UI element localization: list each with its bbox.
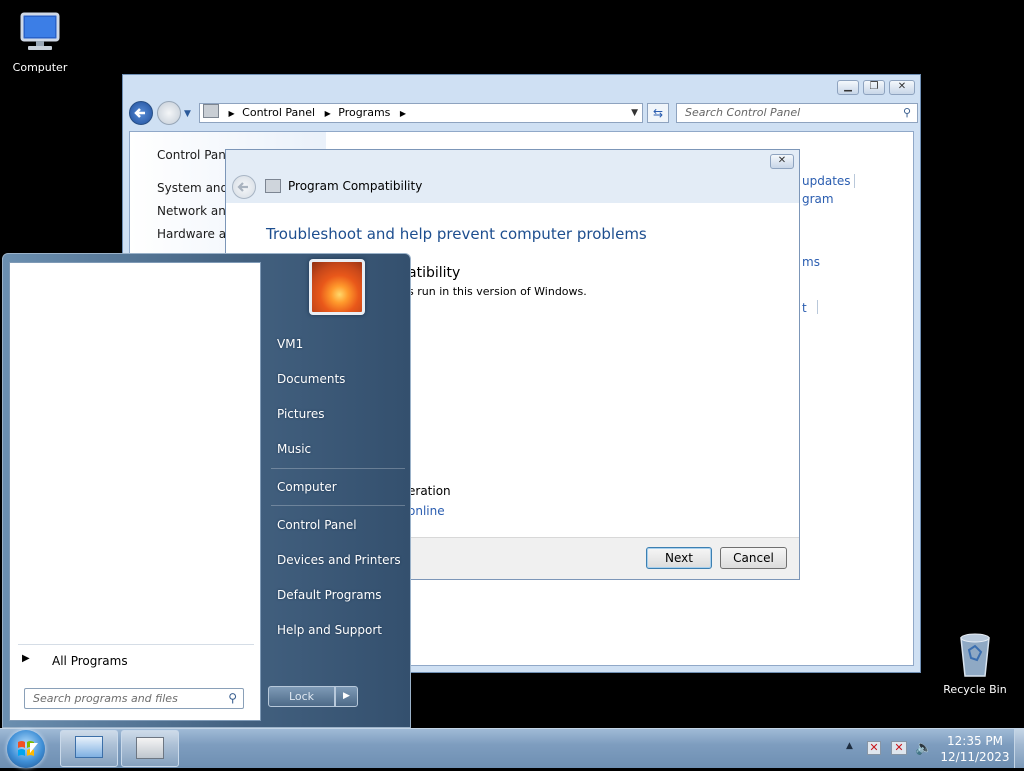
taskbar-troubleshooter-button[interactable] bbox=[121, 730, 179, 767]
all-programs-divider bbox=[18, 644, 254, 645]
back-arrow-icon bbox=[237, 182, 248, 192]
taskbar-control-panel-button[interactable] bbox=[60, 730, 118, 767]
start-item-documents[interactable]: Documents bbox=[277, 372, 345, 386]
all-programs-label: All Programs bbox=[52, 654, 128, 668]
computer-icon bbox=[20, 12, 60, 50]
dialog-close-button[interactable]: ✕ bbox=[770, 154, 794, 169]
clock[interactable]: 12:35 PM 12/11/2023 bbox=[937, 733, 1013, 765]
fragment-text: eration bbox=[408, 484, 451, 498]
network-icon[interactable]: ✕ bbox=[891, 741, 907, 755]
clock-date: 12/11/2023 bbox=[940, 750, 1010, 764]
volume-icon[interactable]: 🔈 bbox=[915, 740, 932, 756]
search-icon[interactable]: ⚲ bbox=[903, 104, 911, 122]
link-divider bbox=[854, 174, 855, 188]
minimize-button[interactable]: ▁ bbox=[837, 80, 859, 95]
desktop-icon-recycle-bin[interactable]: Recycle Bin bbox=[935, 630, 1015, 696]
arrow-right-icon: ▶ bbox=[22, 653, 30, 664]
search-placeholder: Search Control Panel bbox=[685, 106, 801, 119]
show-desktop-button[interactable] bbox=[1014, 729, 1024, 768]
nav-network[interactable]: Network and bbox=[157, 204, 234, 218]
address-dropdown-icon[interactable]: ▼ bbox=[631, 104, 638, 122]
recent-pages-dropdown[interactable]: ▼ bbox=[184, 109, 191, 119]
clock-time: 12:35 PM bbox=[947, 734, 1003, 748]
next-button[interactable]: Next bbox=[646, 547, 712, 569]
control-panel-search-input[interactable]: Search Control Panel ⚲ bbox=[676, 103, 918, 123]
back-button[interactable] bbox=[129, 101, 153, 125]
maximize-button[interactable]: ❐ bbox=[863, 80, 885, 95]
start-search-placeholder: Search programs and files bbox=[33, 692, 178, 705]
start-item-devices-printers[interactable]: Devices and Printers bbox=[277, 553, 401, 567]
start-button[interactable] bbox=[7, 730, 45, 768]
action-center-icon[interactable]: ✕ bbox=[867, 741, 881, 755]
recycle-bin-icon bbox=[960, 633, 990, 677]
start-item-control-panel[interactable]: Control Panel bbox=[277, 518, 357, 532]
section-description: s run in this version of Windows. bbox=[408, 285, 587, 298]
start-item-default-programs[interactable]: Default Programs bbox=[277, 588, 382, 602]
desktop-icon-label: Computer bbox=[12, 61, 68, 74]
lock-label: Lock bbox=[288, 690, 315, 703]
control-panel-icon bbox=[75, 736, 103, 758]
breadcrumb-separator-icon: ▶ bbox=[324, 109, 331, 118]
start-search-input[interactable]: Search programs and files ⚲ bbox=[24, 688, 244, 709]
back-arrow-icon bbox=[134, 108, 145, 118]
folder-icon bbox=[203, 104, 219, 118]
dialog-heading: Troubleshoot and help prevent computer p… bbox=[266, 225, 647, 243]
user-picture[interactable] bbox=[309, 259, 365, 315]
show-hidden-icons-button[interactable]: ▲ bbox=[846, 741, 853, 751]
arrow-right-icon: ▶ bbox=[343, 691, 350, 701]
link-divider bbox=[817, 300, 818, 314]
desktop-icon-computer[interactable]: Computer bbox=[0, 8, 80, 74]
windows-logo-icon bbox=[18, 741, 34, 756]
breadcrumb-separator-icon: ▶ bbox=[399, 109, 407, 118]
forward-button[interactable] bbox=[157, 101, 181, 125]
section-title: atibility bbox=[408, 265, 461, 281]
start-item-help-support[interactable]: Help and Support bbox=[277, 623, 382, 637]
troubleshoot-icon bbox=[265, 179, 281, 193]
lock-button[interactable]: Lock bbox=[268, 686, 335, 707]
programs-pane: ▶ All Programs Search programs and files… bbox=[9, 262, 261, 721]
navigation-bar: ▼ ▶ Control Panel ▶ Programs ▶ ▼ ⇆ Searc… bbox=[129, 101, 918, 127]
all-programs-button[interactable]: ▶ All Programs bbox=[18, 653, 254, 673]
address-bar[interactable]: ▶ Control Panel ▶ Programs ▶ ▼ bbox=[199, 103, 643, 123]
dialog-title: Program Compatibility bbox=[288, 179, 423, 193]
shutdown-options-button[interactable]: ▶ bbox=[335, 686, 358, 707]
dialog-back-button[interactable] bbox=[232, 175, 256, 199]
breadcrumb-control-panel[interactable]: Control Panel bbox=[242, 106, 315, 119]
start-item-vm1[interactable]: VM1 bbox=[277, 337, 303, 351]
start-item-computer[interactable]: Computer bbox=[277, 480, 337, 494]
start-menu: ▶ All Programs Search programs and files… bbox=[2, 253, 411, 728]
desktop-icon-label: Recycle Bin bbox=[943, 683, 1007, 696]
troubleshooter-icon bbox=[136, 737, 164, 759]
search-icon[interactable]: ⚲ bbox=[228, 691, 237, 705]
refresh-button[interactable]: ⇆ bbox=[647, 103, 669, 123]
link-updates[interactable]: updates bbox=[802, 174, 851, 188]
taskbar: ▲ ✕ ✕ 🔈 12:35 PM 12/11/2023 bbox=[0, 728, 1024, 768]
menu-separator bbox=[271, 468, 405, 469]
link-program[interactable]: gram bbox=[802, 192, 834, 206]
start-item-pictures[interactable]: Pictures bbox=[277, 407, 325, 421]
link-t[interactable]: t bbox=[802, 301, 807, 315]
breadcrumb-programs[interactable]: Programs bbox=[338, 106, 390, 119]
close-button[interactable]: ✕ bbox=[889, 80, 915, 95]
cancel-button[interactable]: Cancel bbox=[720, 547, 787, 569]
start-item-music[interactable]: Music bbox=[277, 442, 311, 456]
breadcrumb-separator-icon: ▶ bbox=[228, 109, 235, 118]
menu-separator bbox=[271, 505, 405, 506]
online-link[interactable]: online bbox=[408, 504, 445, 518]
mouse-cursor-icon bbox=[30, 743, 38, 753]
link-programs[interactable]: ms bbox=[802, 255, 820, 269]
